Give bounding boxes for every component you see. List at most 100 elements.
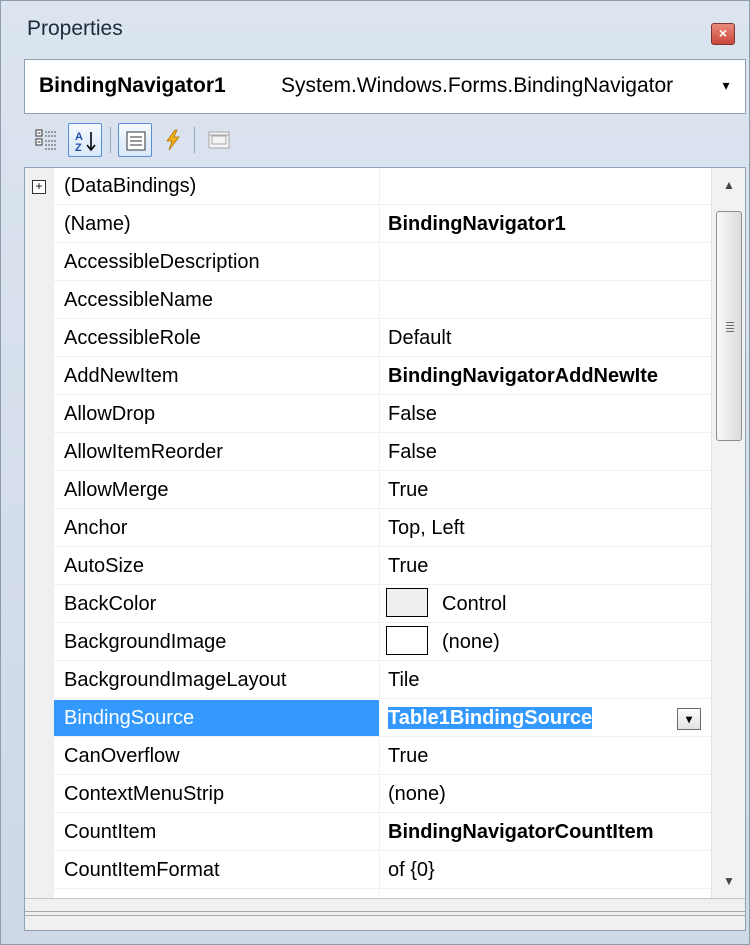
row-gutter <box>25 282 54 320</box>
property-row[interactable]: AccessibleDescription <box>25 244 711 282</box>
properties-window: Properties × BindingNavigator1 System.Wi… <box>0 0 750 945</box>
categorized-icon <box>35 129 57 150</box>
property-row[interactable]: + (DataBindings) <box>25 168 711 206</box>
property-pages-icon <box>208 131 230 149</box>
scroll-up-icon[interactable]: ▲ <box>712 168 745 202</box>
property-name[interactable]: AllowItemReorder <box>54 434 379 471</box>
property-value-text: BindingNavigatorCountItem <box>388 821 654 843</box>
property-row[interactable]: AccessibleRole Default <box>25 320 711 358</box>
property-value[interactable]: False <box>379 396 711 433</box>
scrollbar-thumb[interactable] <box>716 211 742 441</box>
property-row[interactable]: AutoSize True <box>25 548 711 586</box>
lightning-icon <box>166 129 180 151</box>
property-row[interactable]: (Name) BindingNavigator1 <box>25 206 711 244</box>
property-name[interactable]: AutoSize <box>54 548 379 585</box>
property-value[interactable]: False <box>379 434 711 471</box>
object-selector-dropdown[interactable]: BindingNavigator1 System.Windows.Forms.B… <box>24 59 746 114</box>
property-value-text: True <box>388 479 429 501</box>
row-gutter <box>25 852 54 890</box>
property-value[interactable]: of {0} <box>379 852 711 889</box>
property-value[interactable] <box>379 244 711 281</box>
property-name[interactable]: AccessibleName <box>54 282 379 319</box>
close-button[interactable]: × <box>711 23 735 45</box>
row-gutter <box>25 320 54 358</box>
property-name[interactable]: AllowMerge <box>54 472 379 509</box>
property-value-text: True <box>388 745 429 767</box>
property-name[interactable]: (DataBindings) <box>54 168 379 205</box>
property-row[interactable]: Anchor Top, Left <box>25 510 711 548</box>
categorized-button[interactable] <box>30 123 64 157</box>
scroll-down-icon[interactable]: ▼ <box>712 864 745 898</box>
selected-object-type: System.Windows.Forms.BindingNavigator <box>281 74 674 97</box>
property-value[interactable]: BindingNavigatorCountItem <box>379 814 711 851</box>
property-row[interactable]: BackgroundImageLayout Tile <box>25 662 711 700</box>
property-value[interactable]: True <box>379 472 711 509</box>
property-value-text: BindingNavigatorAddNewIte <box>388 365 659 387</box>
property-name[interactable]: AllowDrop <box>54 396 379 433</box>
row-gutter <box>25 548 54 586</box>
property-value[interactable]: BindingNavigator1 <box>379 206 711 243</box>
properties-button[interactable] <box>118 123 152 157</box>
property-name[interactable]: (Name) <box>54 206 379 243</box>
property-value[interactable]: Tile <box>379 662 711 699</box>
property-value[interactable] <box>379 282 711 319</box>
alphabetical-button[interactable]: A Z <box>68 123 102 157</box>
property-name[interactable]: CountItem <box>54 814 379 851</box>
property-name[interactable]: CanOverflow <box>54 738 379 775</box>
property-name[interactable]: AccessibleDescription <box>54 244 379 281</box>
property-row[interactable]: BackColor Control <box>25 586 711 624</box>
property-name[interactable]: ContextMenuStrip <box>54 776 379 813</box>
grip-icon <box>726 322 734 332</box>
property-name[interactable]: BackColor <box>54 586 379 623</box>
row-gutter <box>25 510 54 548</box>
property-value[interactable]: True <box>379 738 711 775</box>
window-title: Properties <box>27 17 123 40</box>
property-row[interactable]: AccessibleName <box>25 282 711 320</box>
property-value[interactable]: True <box>379 548 711 585</box>
property-name[interactable]: Anchor <box>54 510 379 547</box>
row-gutter <box>25 624 54 662</box>
property-row[interactable]: BackgroundImage (none) <box>25 624 711 662</box>
property-name[interactable]: AddNewItem <box>54 358 379 395</box>
property-value-text: False <box>388 441 437 463</box>
title-bar[interactable]: Properties × <box>1 1 749 57</box>
row-gutter: + <box>25 168 54 206</box>
events-button[interactable] <box>156 123 190 157</box>
property-name[interactable]: BackgroundImageLayout <box>54 662 379 699</box>
property-name[interactable]: BindingSource <box>54 700 379 737</box>
row-gutter <box>25 396 54 434</box>
vertical-scrollbar[interactable]: ▲ ▼ <box>711 168 745 898</box>
property-row[interactable]: AllowItemReorder False <box>25 434 711 472</box>
property-value[interactable]: (none) <box>379 624 711 661</box>
property-value[interactable]: (none) <box>379 776 711 813</box>
alphabetical-icon: A Z <box>75 131 96 153</box>
property-row[interactable]: ContextMenuStrip (none) <box>25 776 711 814</box>
expand-icon[interactable]: + <box>32 180 46 194</box>
property-row[interactable]: AllowDrop False <box>25 396 711 434</box>
row-gutter <box>25 358 54 396</box>
property-row[interactable]: AddNewItem BindingNavigatorAddNewIte <box>25 358 711 396</box>
property-value-text: Top, Left <box>388 517 465 539</box>
property-row[interactable]: BindingSource Table1BindingSource ▾ <box>25 700 711 738</box>
property-value[interactable]: Default <box>379 320 711 357</box>
property-value[interactable]: Control <box>379 586 711 623</box>
chevron-down-icon[interactable]: ▾ <box>715 77 737 97</box>
property-name[interactable]: AccessibleRole <box>54 320 379 357</box>
color-swatch <box>386 588 428 618</box>
description-splitter[interactable] <box>25 898 745 930</box>
property-value[interactable]: BindingNavigatorAddNewIte <box>379 358 711 395</box>
property-row[interactable]: CountItem BindingNavigatorCountItem <box>25 814 711 852</box>
property-name[interactable]: CountItemFormat <box>54 852 379 889</box>
property-row[interactable]: AllowMerge True <box>25 472 711 510</box>
property-value[interactable]: Top, Left <box>379 510 711 547</box>
property-value-text: (none) <box>442 631 500 653</box>
property-value[interactable] <box>379 168 711 205</box>
property-name[interactable]: BackgroundImage <box>54 624 379 661</box>
property-value[interactable]: Table1BindingSource ▾ <box>379 700 711 737</box>
value-dropdown-button[interactable]: ▾ <box>677 708 701 730</box>
property-pages-button <box>202 123 236 157</box>
properties-icon <box>126 131 146 151</box>
property-row[interactable]: CountItemFormat of {0} <box>25 852 711 890</box>
property-row[interactable]: CanOverflow True <box>25 738 711 776</box>
toolbar-separator <box>194 127 195 153</box>
